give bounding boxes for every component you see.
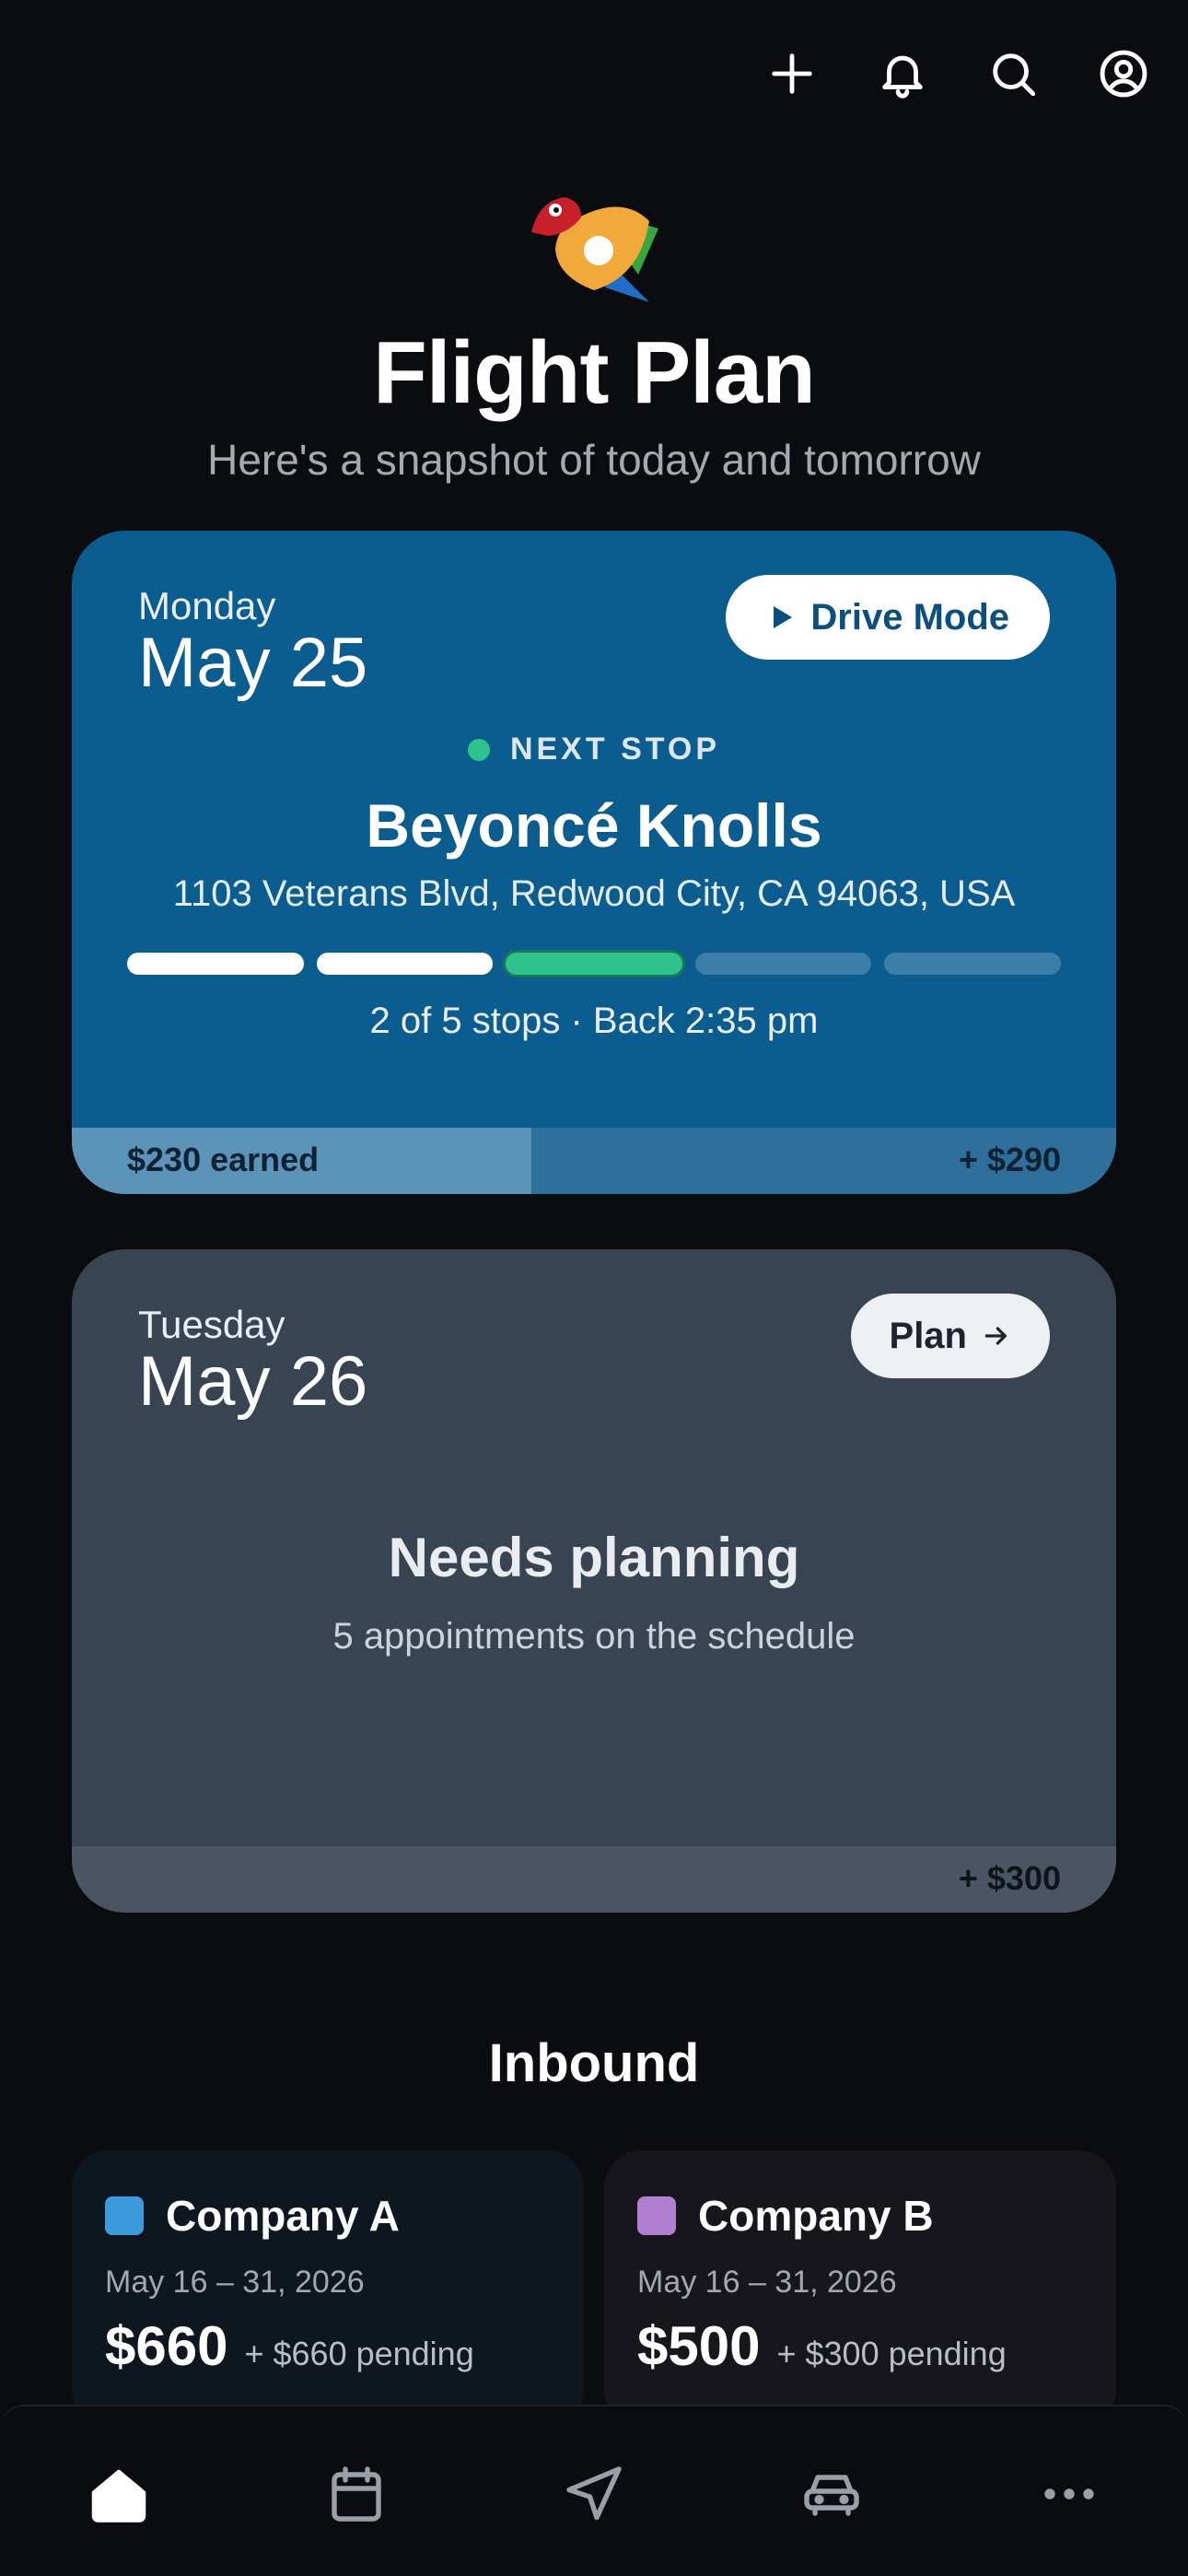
car-icon[interactable] xyxy=(786,2453,878,2535)
account-icon[interactable] xyxy=(1087,37,1160,111)
company-card[interactable]: Company A May 16 – 31, 2026 $660 + $660 … xyxy=(72,2150,584,2427)
day-date: May 25 xyxy=(138,624,368,702)
page-title: Flight Plan xyxy=(373,323,816,422)
company-name: Company B xyxy=(698,2192,934,2240)
company-card[interactable]: Company B May 16 – 31, 2026 $500 + $300 … xyxy=(604,2150,1116,2427)
navigation-icon[interactable] xyxy=(548,2453,640,2535)
plus-icon[interactable] xyxy=(755,37,829,111)
inbound-title: Inbound xyxy=(488,2033,700,2093)
drive-mode-label: Drive Mode xyxy=(810,596,1009,638)
company-date-range: May 16 – 31, 2026 xyxy=(105,2265,365,2300)
company-amounts: $660 + $660 pending xyxy=(105,2314,474,2378)
company-color-swatch xyxy=(105,2196,144,2235)
stop-address: 1103 Veterans Blvd, Redwood City, CA 940… xyxy=(172,873,1016,914)
planning-status-title: Needs planning xyxy=(388,1527,800,1588)
company-amounts: $500 + $300 pending xyxy=(637,2314,1007,2378)
bell-icon[interactable] xyxy=(866,37,939,111)
company-header: Company B xyxy=(637,2191,934,2241)
bottom-nav xyxy=(0,2405,1188,2576)
tomorrow-card[interactable]: Tuesday May 26 Plan Needs planning 5 app… xyxy=(72,1249,1116,1913)
top-toolbar xyxy=(755,37,1160,111)
next-stop-header: NEXT STOP xyxy=(72,732,1116,767)
app-logo-icon xyxy=(531,197,658,302)
remaining-amount: + $300 xyxy=(958,1859,1061,1897)
flight-plan-screen: Flight Plan Here's a snapshot of today a… xyxy=(0,0,1188,2576)
company-header: Company A xyxy=(105,2191,400,2241)
play-icon xyxy=(774,606,793,628)
more-icon[interactable] xyxy=(1023,2453,1115,2535)
company-color-swatch xyxy=(637,2196,676,2235)
earnings-bar: + $300 xyxy=(72,1846,1116,1913)
plan-button[interactable]: Plan xyxy=(850,1294,1050,1378)
arrow-right-icon xyxy=(984,1327,1007,1345)
stop-name: Beyoncé Knolls xyxy=(366,791,822,860)
company-date-range: May 16 – 31, 2026 xyxy=(637,2265,897,2300)
earned-amount: $230 earned xyxy=(127,1141,320,1178)
remaining-amount: + $290 xyxy=(958,1141,1061,1178)
company-amount: $500 xyxy=(637,2315,761,2377)
earnings-bar: $230 earned + $290 xyxy=(72,1128,1116,1194)
company-name: Company A xyxy=(166,2192,400,2240)
day-name: Monday xyxy=(138,584,276,627)
stop-progress xyxy=(127,953,1061,975)
search-icon[interactable] xyxy=(976,37,1050,111)
progress-segment xyxy=(694,953,872,975)
status-dot-icon xyxy=(467,738,490,761)
progress-segment xyxy=(506,953,682,975)
progress-segment xyxy=(884,953,1061,975)
stops-info: 2 of 5 stops · Back 2:35 pm xyxy=(369,1001,819,1041)
drive-mode-button[interactable]: Drive Mode xyxy=(726,575,1050,660)
company-pending: + $660 pending xyxy=(244,2335,474,2372)
planning-status-subtitle: 5 appointments on the schedule xyxy=(332,1616,856,1657)
progress-segment xyxy=(316,953,494,975)
company-pending: + $300 pending xyxy=(776,2335,1007,2372)
day-date: May 26 xyxy=(138,1342,368,1421)
home-icon[interactable] xyxy=(73,2453,165,2535)
calendar-icon[interactable] xyxy=(310,2453,402,2535)
plan-button-label: Plan xyxy=(889,1315,967,1356)
page-subtitle: Here's a snapshot of today and tomorrow xyxy=(207,436,981,484)
day-name: Tuesday xyxy=(138,1303,285,1346)
progress-segment xyxy=(127,953,304,975)
today-card[interactable]: Monday May 25 Drive Mode NEXT STOP Beyon… xyxy=(72,531,1116,1194)
next-stop-label: NEXT STOP xyxy=(509,732,721,767)
company-amount: $660 xyxy=(105,2315,228,2377)
